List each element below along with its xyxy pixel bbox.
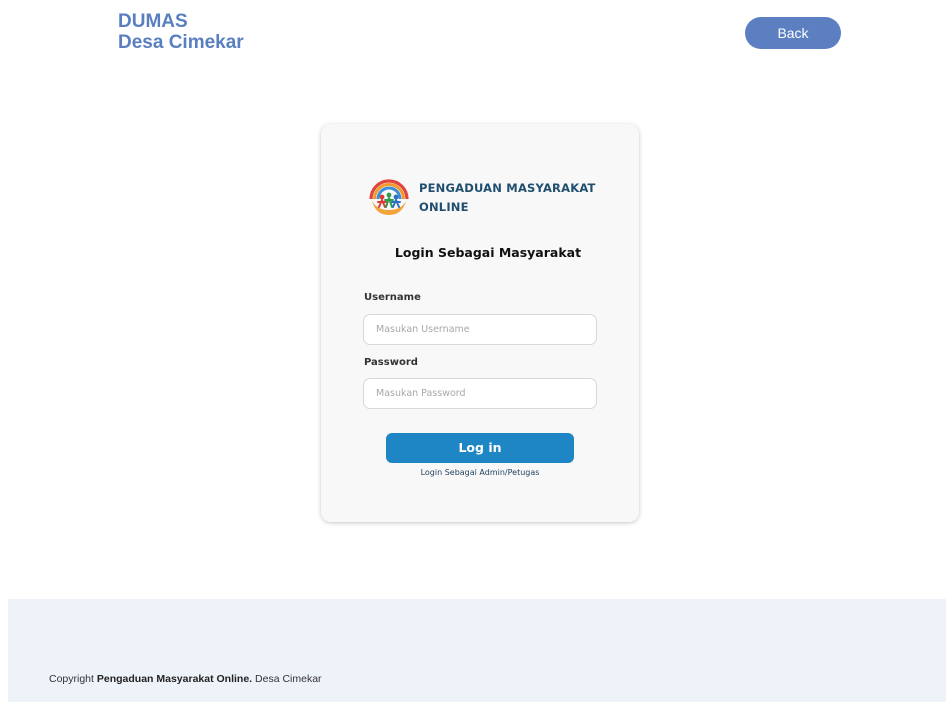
- logo-text: PENGADUAN MASYARAKAT ONLINE: [419, 179, 596, 217]
- copyright-prefix: Copyright: [49, 673, 94, 685]
- admin-login-target[interactable]: Admin/Petugas: [479, 468, 539, 477]
- login-card: PENGADUAN MASYARAKAT ONLINE Login Sebaga…: [321, 124, 639, 522]
- password-label: Password: [364, 357, 418, 368]
- username-input[interactable]: [363, 314, 597, 345]
- page: DUMAS Desa Cimekar Back PENGADUAN MASYAR…: [0, 0, 946, 702]
- community-logo-icon: [369, 179, 409, 215]
- password-input[interactable]: [363, 378, 597, 409]
- footer: Copyright Pengaduan Masyarakat Online. D…: [8, 599, 946, 702]
- admin-login-prefix[interactable]: Login Sebagai: [421, 468, 477, 477]
- back-button[interactable]: Back: [745, 17, 841, 49]
- app-logo: PENGADUAN MASYARAKAT ONLINE: [368, 177, 596, 217]
- copyright-suffix: Desa Cimekar: [255, 673, 322, 685]
- logo-text-line-1: PENGADUAN MASYARAKAT: [419, 181, 596, 195]
- copyright-text: Copyright Pengaduan Masyarakat Online. D…: [49, 673, 322, 685]
- brand-line-2: Desa Cimekar: [118, 32, 244, 53]
- login-title: Login Sebagai Masyarakat: [394, 245, 582, 260]
- username-label: Username: [364, 292, 421, 303]
- login-button[interactable]: Log in: [386, 433, 574, 463]
- admin-login-link[interactable]: Login Sebagai Admin/Petugas: [321, 468, 639, 477]
- brand-title: DUMAS Desa Cimekar: [118, 11, 244, 53]
- copyright-name: Pengaduan Masyarakat Online.: [96, 673, 253, 685]
- logo-text-line-2: ONLINE: [419, 200, 469, 214]
- brand-line-1: DUMAS: [118, 11, 188, 32]
